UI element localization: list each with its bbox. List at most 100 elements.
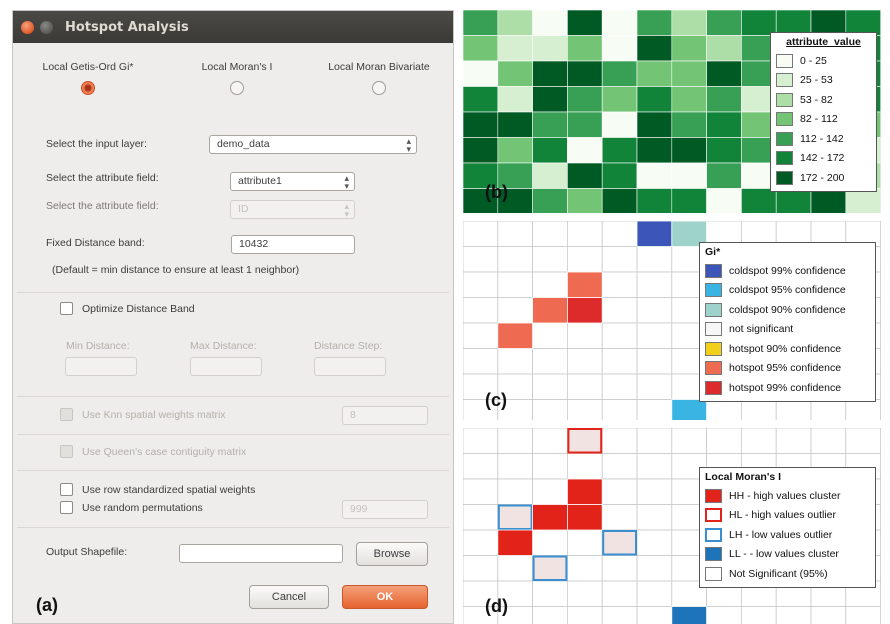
random-permutations-checkbox[interactable]	[60, 501, 73, 514]
queen-label: Use Queen's case contiguity matrix	[82, 446, 247, 458]
method-getis-ord-label: Local Getis-Ord Gi*	[42, 61, 134, 73]
grid-cell	[601, 221, 638, 247]
grid-cell	[636, 373, 673, 400]
grid-cell	[567, 221, 603, 247]
grid-cell	[497, 555, 533, 582]
legend-label: HH - high values cluster	[729, 489, 841, 502]
grid-cell	[810, 428, 847, 454]
grid-cell	[567, 246, 603, 273]
choropleth-cell	[532, 111, 568, 138]
choropleth-cell	[497, 60, 533, 87]
grid-cell	[706, 606, 742, 624]
optimize-distance-checkbox[interactable]	[60, 302, 73, 315]
random-permutations-value: 999	[350, 503, 368, 515]
method-moran-bivariate-radio[interactable]	[372, 81, 386, 95]
close-window-button[interactable]	[21, 20, 34, 34]
fixed-distance-input[interactable]: 10432	[231, 235, 355, 254]
grid-cell	[463, 297, 499, 324]
legend-swatch	[705, 508, 722, 523]
significant-cell	[602, 530, 637, 556]
grid-cell	[810, 399, 847, 420]
knn-checkbox[interactable]	[60, 408, 73, 421]
choropleth-cell	[636, 162, 673, 189]
min-distance-input[interactable]	[65, 357, 137, 376]
legend-swatch	[705, 263, 722, 278]
choropleth-cell	[636, 188, 673, 213]
choropleth-cell	[532, 162, 568, 189]
select-arrows-icon: ▴ ▾	[344, 173, 349, 191]
grid-cell	[532, 529, 568, 556]
grid-cell	[775, 606, 812, 624]
legend-item: 172 - 200	[776, 168, 871, 188]
grid-cell	[636, 555, 673, 582]
fixed-distance-note: (Default = min distance to ensure at lea…	[52, 264, 300, 276]
grid-cell	[636, 271, 673, 298]
grid-cell	[601, 580, 638, 607]
output-shapefile-input[interactable]	[179, 544, 343, 563]
choropleth-cell	[567, 111, 603, 138]
significant-cell	[567, 297, 603, 324]
legend-label: 142 - 172	[800, 152, 845, 165]
grid-cell	[636, 580, 673, 607]
method-getis-ord[interactable]: Local Getis-Ord Gi*	[23, 61, 153, 95]
knn-value-input[interactable]: 8	[342, 406, 428, 425]
method-getis-ord-radio[interactable]	[81, 81, 95, 95]
choropleth-cell	[775, 188, 812, 213]
legend-item: 82 - 112	[776, 110, 871, 130]
grid-cell	[601, 478, 638, 505]
choropleth-cell	[463, 137, 499, 164]
choropleth-cell	[706, 35, 742, 62]
grid-cell	[636, 428, 673, 454]
random-permutations-input[interactable]: 999	[342, 500, 428, 519]
legend-swatch	[705, 547, 722, 562]
legend-label: hotspot 99% confidence	[729, 381, 842, 394]
grid-cell	[601, 453, 638, 480]
panel-letter-d: (d)	[485, 596, 508, 616]
minimize-window-button[interactable]	[40, 20, 53, 34]
method-local-moran[interactable]: Local Moran's I	[177, 61, 297, 95]
choropleth-cell	[601, 111, 638, 138]
legend-item: LL - - low values cluster	[705, 545, 870, 565]
choropleth-cell	[463, 111, 499, 138]
attribute-field2-select[interactable]: ID ▴ ▾	[230, 200, 355, 219]
choropleth-cell	[463, 10, 499, 36]
input-layer-value: demo_data	[217, 138, 270, 150]
legend-label: 25 - 53	[800, 74, 833, 87]
legend-item: 0 - 25	[776, 51, 871, 71]
legend-swatch	[776, 151, 793, 166]
choropleth-cell	[601, 35, 638, 62]
choropleth-cell	[671, 86, 707, 113]
grid-cell	[810, 606, 847, 624]
random-permutations-label: Use random permutations	[82, 502, 203, 514]
method-moran-bivariate[interactable]: Local Moran Bivariate	[309, 61, 449, 95]
input-layer-select[interactable]: demo_data ▴ ▾	[209, 135, 417, 154]
grid-cell	[532, 428, 568, 454]
grid-cell	[706, 428, 742, 454]
attribute-field-select[interactable]: attribute1 ▴ ▾	[230, 172, 355, 191]
choropleth-cell	[532, 10, 568, 36]
max-distance-input[interactable]	[190, 357, 262, 376]
ok-button[interactable]: OK	[342, 585, 428, 609]
grid-cell	[497, 221, 533, 247]
choropleth-cell	[671, 35, 707, 62]
row-standardized-label: Use row standardized spatial weights	[82, 484, 256, 496]
grid-cell	[532, 478, 568, 505]
grid-cell	[845, 606, 881, 624]
cancel-button[interactable]: Cancel	[249, 585, 329, 609]
legend-label: hotspot 95% confidence	[729, 362, 842, 375]
grid-cell	[636, 504, 673, 531]
legend-title: attribute_value	[786, 36, 861, 48]
method-local-moran-radio[interactable]	[230, 81, 244, 95]
grid-cell	[636, 606, 673, 624]
choropleth-cell	[463, 60, 499, 87]
browse-button[interactable]: Browse	[356, 542, 428, 566]
row-standardized-checkbox[interactable]	[60, 483, 73, 496]
divider	[17, 292, 449, 293]
grid-cell	[532, 453, 568, 480]
queen-checkbox[interactable]	[60, 445, 73, 458]
choropleth-cell	[567, 137, 603, 164]
legend-swatch	[705, 322, 722, 337]
choropleth-cell	[636, 10, 673, 36]
grid-cell	[497, 478, 533, 505]
distance-step-input[interactable]	[314, 357, 386, 376]
